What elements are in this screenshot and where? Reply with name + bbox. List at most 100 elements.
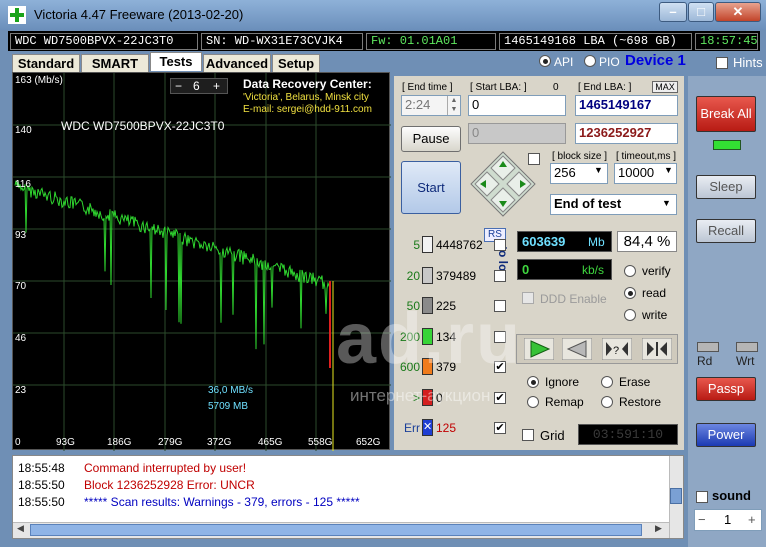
dpad-checkbox[interactable]: [528, 153, 540, 165]
current-lba-grey: 0: [468, 123, 566, 144]
grid-checkbox[interactable]: [522, 429, 534, 441]
read-led: [697, 342, 719, 352]
api-radio[interactable]: [539, 55, 551, 67]
log-scroll-thumb[interactable]: [670, 488, 682, 504]
max-button[interactable]: MAX: [652, 81, 678, 93]
start-lba-label: [ Start LBA: ]: [470, 82, 527, 93]
sound-minus-button[interactable]: −: [698, 512, 706, 527]
power-button[interactable]: Power: [696, 423, 756, 447]
y-tick-93: 93: [15, 230, 27, 241]
start-button[interactable]: Start: [401, 161, 461, 214]
api-label: API: [554, 55, 574, 69]
y-tick-0: 0: [15, 437, 21, 448]
sound-value: 1: [724, 512, 732, 527]
tab-standard[interactable]: Standard: [12, 54, 80, 72]
remap-label: Remap: [545, 395, 584, 409]
write-radio[interactable]: [624, 309, 636, 321]
scroll-left-icon[interactable]: ◀: [17, 523, 24, 534]
passp-button[interactable]: Passp: [696, 377, 756, 401]
end-action-chevron-icon[interactable]: ▼: [662, 198, 671, 208]
end-time-label: [ End time ]: [402, 82, 453, 93]
bucket-log-checkbox[interactable]: [494, 239, 506, 251]
x-tick-652g: 652G: [356, 437, 381, 448]
promo-email: E-mail: sergei@hdd-911.com: [243, 104, 372, 115]
rewind-icon[interactable]: [562, 338, 592, 360]
sound-label: sound: [712, 488, 751, 503]
percent-value: 84,4 %: [617, 231, 677, 252]
restore-label: Restore: [619, 395, 662, 409]
bucket-label: 20: [406, 269, 420, 283]
x-tick-558g: 558G: [308, 437, 333, 448]
pio-radio[interactable]: [584, 55, 596, 67]
bucket-label: Err: [404, 421, 420, 435]
skip-end-icon[interactable]: [642, 338, 672, 360]
log-time: 18:55:48: [18, 461, 65, 475]
end-time-spinner-icon[interactable]: ▲ ▼: [447, 96, 460, 115]
sleep-button[interactable]: Sleep: [696, 175, 756, 199]
bucket-count: 4448762: [436, 238, 483, 252]
y-tick-23: 23: [15, 385, 27, 396]
read-radio[interactable]: [624, 287, 636, 299]
activity-indicator: [713, 140, 741, 150]
maximize-button[interactable]: □: [688, 2, 714, 22]
ddd-checkbox[interactable]: [522, 292, 534, 304]
tab-smart[interactable]: SMART: [81, 54, 149, 72]
step-minus-button[interactable]: −: [175, 79, 182, 93]
sound-plus-button[interactable]: +: [748, 512, 756, 527]
tab-advanced[interactable]: Advanced: [203, 54, 271, 72]
pause-button[interactable]: Pause: [401, 126, 461, 152]
seek-unknown-icon[interactable]: ?: [602, 338, 632, 360]
bucket-log-checkbox[interactable]: ✔: [494, 392, 506, 404]
read-led-label: Rd: [697, 354, 713, 368]
promo-location: 'Victoria', Belarus, Minsk city: [243, 92, 369, 103]
mb-unit: Mb: [588, 235, 605, 249]
current-position: 5709 MB: [208, 401, 249, 412]
bucket-log-checkbox[interactable]: [494, 270, 506, 282]
tab-tests[interactable]: Tests: [150, 52, 202, 71]
break-all-button[interactable]: Break All: [696, 96, 756, 132]
end-action-select[interactable]: End of test: [550, 194, 677, 215]
direction-pad[interactable]: [469, 150, 537, 218]
bucket-log-checkbox[interactable]: ✔: [494, 422, 506, 434]
timeout-chevron-icon[interactable]: ▼: [664, 165, 673, 175]
drive-firmware: Fw: 01.01A01: [366, 33, 496, 50]
tab-setup[interactable]: Setup: [272, 54, 320, 72]
ignore-radio[interactable]: [527, 376, 539, 388]
grid-timer: 03:591:10: [578, 424, 678, 445]
step-plus-button[interactable]: +: [213, 79, 220, 93]
start-lba-field[interactable]: 0: [468, 95, 566, 116]
y-tick-116: 116: [15, 179, 31, 190]
x-tick-93g: 93G: [56, 437, 75, 448]
block-size-label: [ block size ]: [552, 151, 608, 162]
timeout-label: [ timeout,ms ]: [616, 151, 677, 162]
drive-lba: 1465149168 LBA (~698 GB): [499, 33, 692, 50]
device-label[interactable]: Device 1: [625, 52, 686, 69]
scroll-right-icon[interactable]: ▶: [655, 523, 662, 534]
sound-checkbox[interactable]: [696, 491, 708, 503]
graph-drive-model: WDC WD7500BPVX-22JC3T0: [61, 119, 225, 133]
grid-label: Grid: [540, 428, 565, 443]
restore-radio[interactable]: [601, 396, 613, 408]
write-led: [736, 342, 758, 352]
erase-radio[interactable]: [601, 376, 613, 388]
close-button[interactable]: ✕: [715, 2, 761, 22]
verify-radio[interactable]: [624, 265, 636, 277]
log-hscroll-thumb[interactable]: [30, 524, 642, 536]
verify-label: verify: [642, 264, 671, 278]
svg-text:?: ?: [613, 345, 619, 357]
recall-button[interactable]: Recall: [696, 219, 756, 243]
write-led-label: Wrt: [736, 354, 755, 368]
window-title: Victoria 4.47 Freeware (2013-02-20): [34, 7, 244, 22]
remap-radio[interactable]: [527, 396, 539, 408]
end-lba-field[interactable]: 1465149167: [575, 95, 678, 116]
play-icon[interactable]: [524, 338, 554, 360]
block-size-chevron-icon[interactable]: ▼: [594, 165, 603, 175]
bucket-color-box: ✕: [422, 419, 433, 436]
graph-unit: 163 (Mb/s): [15, 75, 63, 86]
x-tick-465g: 465G: [258, 437, 283, 448]
start-lba-zero: 0: [553, 82, 559, 93]
mb-value: 603639: [522, 234, 566, 249]
hints-checkbox[interactable]: [716, 57, 728, 69]
minimize-button[interactable]: –: [659, 2, 687, 22]
promo-title: Data Recovery Center:: [243, 77, 372, 91]
